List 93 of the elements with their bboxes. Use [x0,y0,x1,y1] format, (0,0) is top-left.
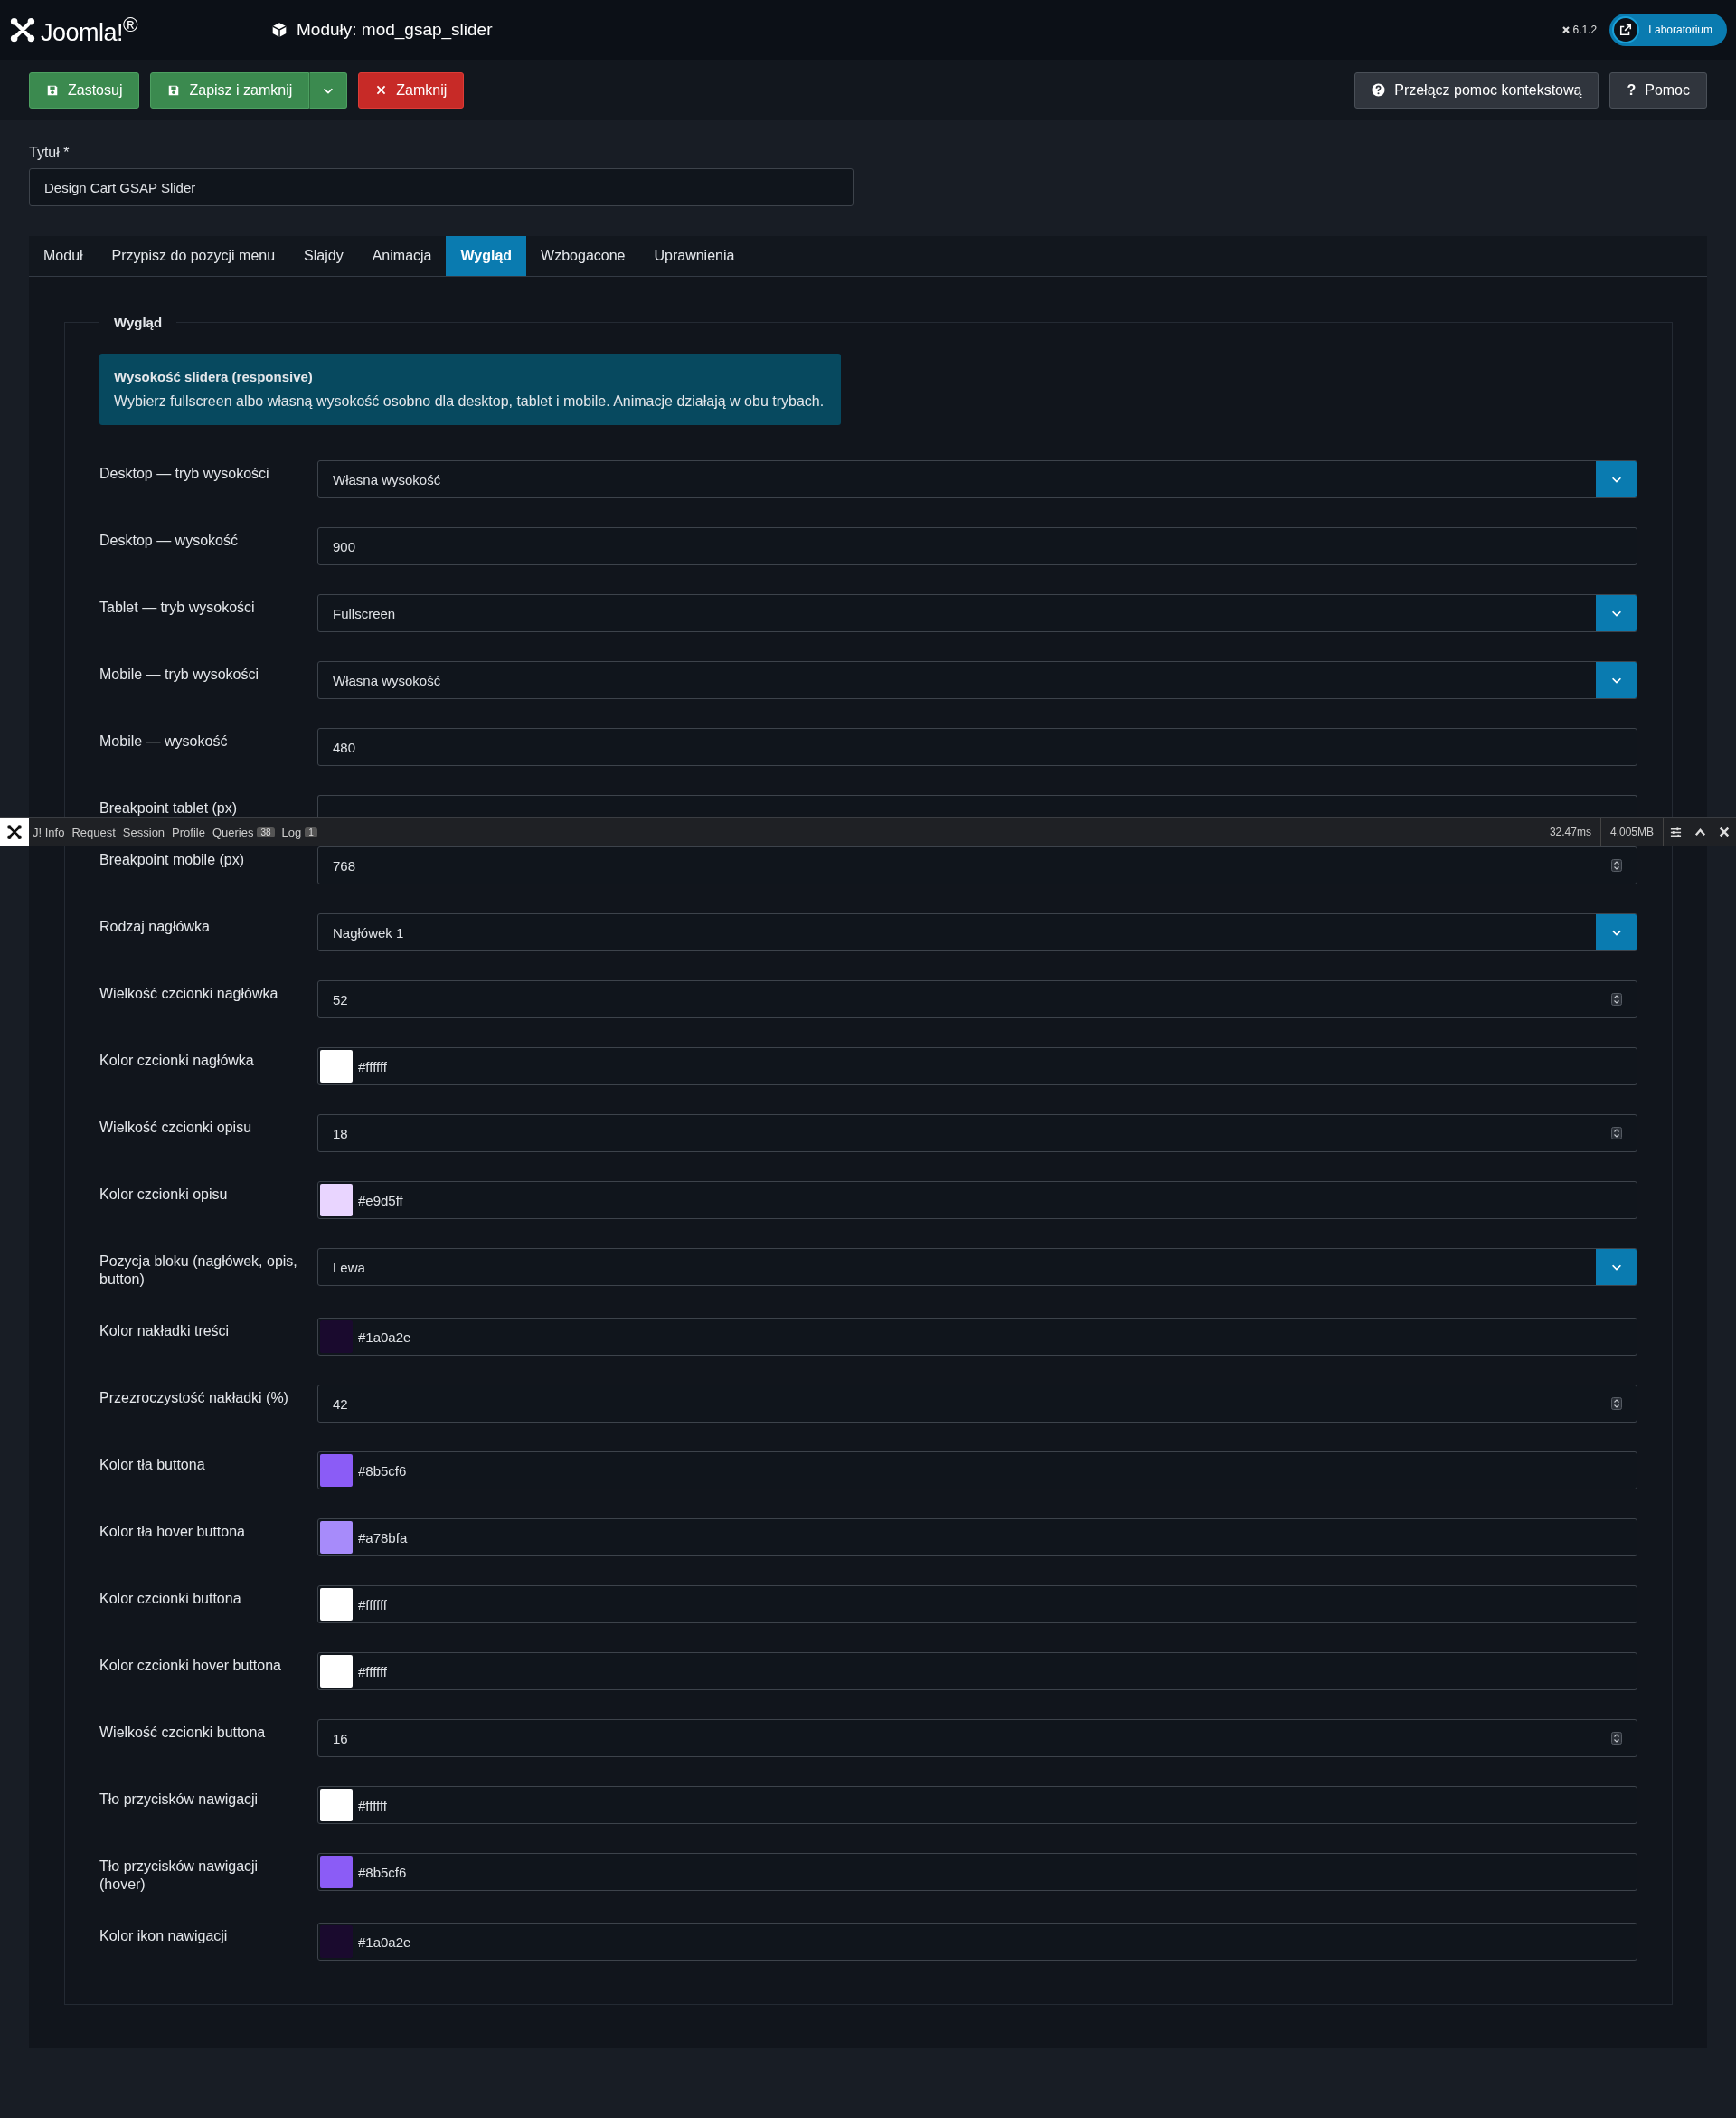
field-label: Przezroczystość nakładki (%) [99,1389,289,1407]
field-label: Wielkość czcionki opisu [99,1119,253,1137]
field-label: Wielkość czcionki buttona [99,1724,267,1742]
field-label: Tablet — tryb wysokości [99,599,256,617]
page-title: Moduły: mod_gsap_slider [297,20,493,40]
logo-text: Joomla!$^{®}$ [41,13,138,47]
tab[interactable]: Animacja [357,236,447,276]
logo-icon [9,16,36,43]
tab[interactable]: Wzbogacone [526,236,640,276]
close-icon[interactable] [1719,827,1730,837]
logo-icon [0,818,29,846]
help-icon [1372,83,1386,97]
save-button[interactable]: Zastosuj [29,71,140,109]
close-button[interactable]: Zamknij [358,71,465,109]
field-label: Wielkość czcionki nagłówka [99,985,279,1003]
close-icon [375,84,388,96]
select-field[interactable]: Własna wysokość [317,661,1637,699]
select-field[interactable]: Fullscreen [317,594,1637,632]
tab[interactable]: Uprawnienia [639,236,750,276]
save-close-button[interactable]: Zapisz i zamknij [150,71,310,109]
spinner-icon[interactable] [1611,859,1622,872]
field-label: Rodzaj nagłówka [99,918,211,936]
field-label: Kolor nakładki treści [99,1322,231,1340]
dropdown-toggle-button[interactable] [309,71,348,109]
debug-tab[interactable]: Queries 38 [208,825,278,839]
number-field[interactable]: 16 [317,1719,1637,1757]
tab[interactable]: Slajdy [289,236,358,276]
color-field[interactable]: #1a0a2e [317,1318,1637,1356]
site-link-button[interactable]: Laboratorium [1609,14,1727,46]
field-label: Desktop — wysokość [99,532,239,550]
color-field[interactable]: #8b5cf6 [317,1451,1637,1489]
spinner-icon[interactable] [1611,1127,1622,1139]
number-field[interactable]: 52 [317,980,1637,1018]
save-icon [46,83,59,97]
info-text: Wybierz fullscreen albo własną wysokość osobno dla desktop, tablet i mobile. Animacje działają w obu trybach. [114,393,826,410]
help-toggle-button[interactable]: Przełącz pomoc kontekstową [1354,71,1599,109]
spinner-icon[interactable] [1611,1397,1622,1410]
field-label: Desktop — tryb wysokości [99,465,270,483]
color-field[interactable]: #a78bfa [317,1518,1637,1556]
select-field[interactable]: Własna wysokość [317,460,1637,498]
field-label: Kolor czcionki nagłówka [99,1052,255,1070]
save-icon [167,83,181,97]
title-field[interactable]: Design Cart GSAP Slider [29,168,854,206]
debug-tab[interactable]: J! Info [29,825,69,839]
field-label: Tło przycisków nawigacji [99,1791,259,1809]
number-field[interactable]: 768 [317,846,1637,884]
color-field[interactable]: #1a0a2e [317,1923,1637,1961]
field-label: Mobile — tryb wysokości [99,666,260,684]
field-label: Kolor czcionki hover buttona [99,1657,282,1675]
debug-tab[interactable]: Log 1 [278,825,321,839]
spinner-icon[interactable] [1611,1732,1622,1745]
field-label: Tytuł * [29,145,71,161]
field-label: Tło przycisków nawigacji (hover) [99,1858,259,1894]
external-link-icon [1619,24,1633,36]
select-field[interactable]: Lewa [317,1248,1637,1286]
field-label: Kolor czcionki buttona [99,1590,242,1608]
field-label: Kolor tła hover buttona [99,1523,246,1541]
version-label: 6.1.2 [1561,24,1598,36]
joomla-icon [1561,25,1571,34]
memory-stat: 4.005MB [1599,818,1664,846]
color-field[interactable]: #ffffff [317,1047,1637,1085]
debug-tab[interactable]: Session [118,825,169,839]
color-field[interactable]: #ffffff [317,1786,1637,1824]
debug-tab[interactable]: Profile [168,825,209,839]
fieldset-legend: Wygląd [99,315,177,330]
settings-icon[interactable] [1670,826,1682,838]
number-field[interactable] [317,795,1637,818]
number-field[interactable]: 42 [317,1385,1637,1423]
color-field[interactable]: #e9d5ff [317,1181,1637,1219]
color-field[interactable]: #8b5cf6 [317,1853,1637,1891]
tab[interactable]: Moduł [29,236,98,276]
field-label: Kolor tła buttona [99,1456,206,1474]
field-label: Kolor czcionki opisu [99,1186,229,1204]
text-field[interactable]: 900 [317,527,1637,565]
color-field[interactable]: #ffffff [317,1652,1637,1690]
select-field[interactable]: Nagłówek 1 [317,913,1637,951]
time-stat: 32.47ms [1548,825,1592,840]
field-label: Mobile — wysokość [99,733,229,751]
info-title: Wysokość slidera (responsive) [114,369,314,384]
field-label: Breakpoint mobile (px) [99,851,246,869]
text-field[interactable]: 480 [317,728,1637,766]
field-label: Pozycja bloku (nagłówek, opis, button) [99,1253,298,1289]
caret-up-icon[interactable] [1694,826,1706,838]
spinner-icon[interactable] [1611,993,1622,1006]
field-label: Kolor ikon nawigacji [99,1927,229,1945]
debug-tab[interactable]: Request [68,825,119,839]
tab[interactable]: Przypisz do pozycji menu [97,236,290,276]
cube-icon [271,22,288,38]
field-label: Breakpoint tablet (px) [99,799,239,818]
help-button[interactable]: ? Pomoc [1609,71,1707,109]
tab[interactable]: Wygląd [446,236,527,276]
number-field[interactable]: 18 [317,1114,1637,1152]
color-field[interactable]: #ffffff [317,1585,1637,1623]
